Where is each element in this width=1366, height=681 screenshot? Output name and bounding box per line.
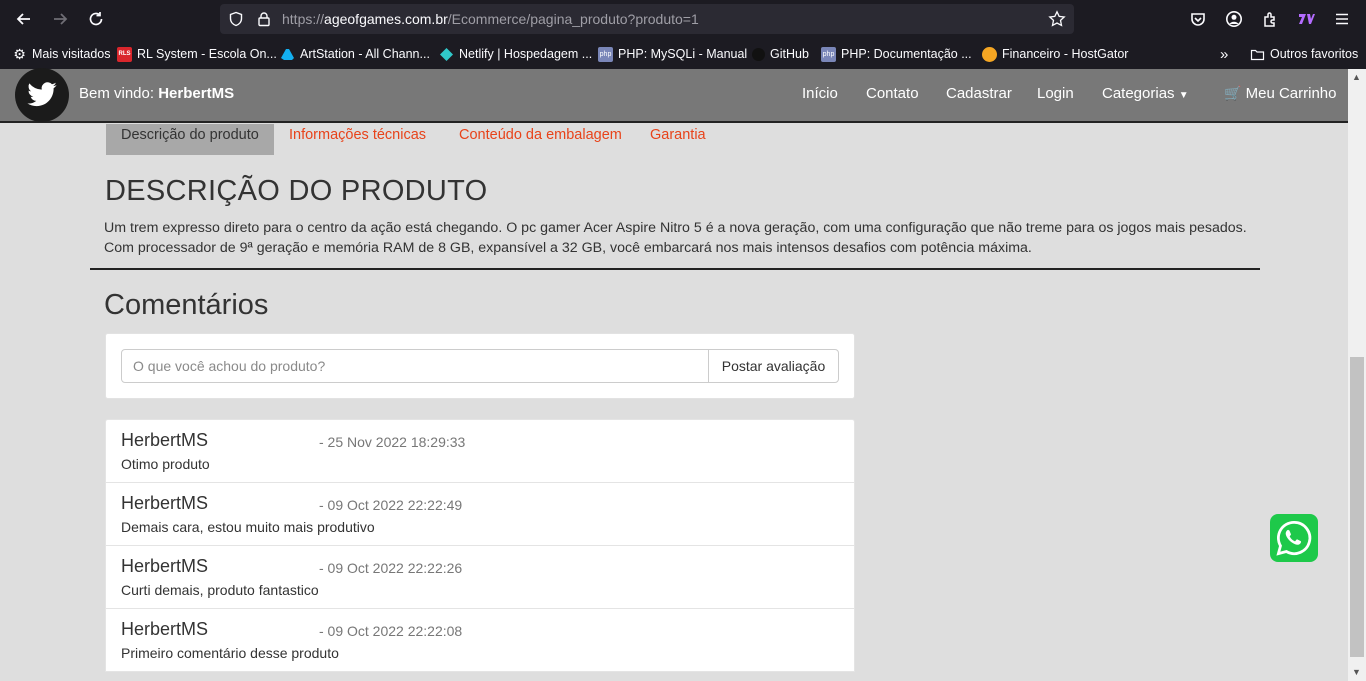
comment-author: HerbertMS — [121, 619, 209, 639]
scrollbar-thumb[interactable] — [1350, 357, 1364, 657]
rls-icon: RLS — [117, 46, 132, 62]
divider — [90, 268, 1260, 270]
comment-date: - 25 Nov 2022 18:29:33 — [319, 434, 466, 450]
bookmark-label: PHP: MySQLi - Manual — [618, 47, 748, 61]
comment-author: HerbertMS — [121, 493, 209, 513]
menu-icon[interactable] — [1330, 7, 1354, 31]
gear-icon: ⚙ — [13, 45, 26, 62]
nav-cart[interactable]: 🛒 Meu Carrinho — [1224, 85, 1336, 102]
other-bookmarks[interactable]: Outros favoritos — [1250, 45, 1358, 63]
extensions-icon[interactable] — [1258, 7, 1282, 31]
comment-author: HerbertMS — [121, 556, 209, 576]
comment-date: - 09 Oct 2022 22:22:08 — [319, 623, 463, 639]
welcome-username: HerbertMS — [158, 85, 235, 102]
url-text[interactable]: https://ageofgames.com.br/Ecommerce/pagi… — [282, 11, 699, 27]
bookmarks-bar: ⚙ Mais visitados RLS RL System - Escola … — [0, 38, 1366, 69]
comment-item: HerbertMS - 25 Nov 2022 18:29:33 Otimo p… — [105, 419, 855, 483]
bookmark-php-mysqli[interactable]: php PHP: MySQLi - Manual — [598, 45, 747, 63]
comment-text: Primeiro comentário desse produto — [121, 645, 339, 661]
star-icon[interactable] — [1048, 10, 1066, 28]
twitter-bird-icon — [27, 82, 57, 107]
chevron-double-right-icon[interactable]: » — [1220, 45, 1228, 63]
nav-cart-label: Meu Carrinho — [1245, 85, 1337, 102]
url-host: ageofgames.com.br — [324, 11, 448, 27]
comment-date: - 09 Oct 2022 22:22:49 — [319, 497, 463, 513]
post-review-button[interactable]: Postar avaliação — [708, 349, 839, 383]
comment-item: HerbertMS - 09 Oct 2022 22:22:08 Primeir… — [105, 608, 855, 672]
bookmark-label: PHP: Documentação ... — [841, 47, 972, 61]
forward-icon[interactable] — [48, 7, 72, 31]
comment-date: - 09 Oct 2022 22:22:26 — [319, 560, 463, 576]
php-icon: php — [821, 46, 836, 62]
bookmark-mais-visitados[interactable]: ⚙ Mais visitados — [12, 45, 111, 63]
description-text: Um trem expresso direto para o centro da… — [104, 220, 1247, 256]
netlify-icon — [439, 47, 454, 62]
pocket-icon[interactable] — [1186, 7, 1210, 31]
tab-garantia[interactable]: Garantia — [650, 124, 706, 155]
nav-categorias-dropdown[interactable]: Categorias ▼ — [1102, 85, 1189, 102]
comment-text: Demais cara, estou muito mais produtivo — [121, 519, 375, 535]
bookmark-hostgator[interactable]: Financeiro - HostGator — [982, 45, 1128, 63]
site-logo[interactable] — [15, 68, 69, 122]
comment-text: Curti demais, produto fantastico — [121, 582, 319, 598]
comments-list: HerbertMS - 25 Nov 2022 18:29:33 Otimo p… — [105, 419, 855, 672]
other-bookmarks-label: Outros favoritos — [1270, 47, 1359, 61]
nav-categorias-label: Categorias — [1102, 85, 1175, 102]
tab-conteudo-embalagem[interactable]: Conteúdo da embalagem — [459, 124, 622, 155]
url-path: /Ecommerce/pagina_produto?produto=1 — [447, 11, 699, 27]
account-icon[interactable] — [1222, 7, 1246, 31]
bookmark-label: Mais visitados — [32, 47, 111, 61]
site-navbar: Bem vindo: HerbertMS Início Contato Cada… — [0, 68, 1348, 123]
bookmark-artstation[interactable]: ArtStation - All Chann... — [280, 45, 430, 63]
back-icon[interactable] — [12, 7, 36, 31]
folder-icon — [1250, 47, 1265, 62]
bookmark-rl-system[interactable]: RLS RL System - Escola On... — [117, 45, 277, 63]
whatsapp-icon — [1276, 520, 1312, 556]
tab-descricao[interactable]: Descrição do produto — [106, 124, 274, 155]
github-icon — [752, 47, 765, 61]
scroll-up-icon[interactable]: ▲ — [1352, 72, 1361, 82]
tab-informacoes-tecnicas[interactable]: Informações técnicas — [289, 124, 426, 155]
hostgator-icon — [982, 46, 997, 62]
artstation-icon — [280, 47, 295, 62]
url-bar[interactable]: https://ageofgames.com.br/Ecommerce/pagi… — [220, 4, 1074, 34]
lock-icon[interactable] — [256, 11, 272, 27]
bookmark-netlify[interactable]: Netlify | Hospedagem ... — [439, 45, 592, 63]
comment-text: Otimo produto — [121, 456, 210, 472]
bookmark-label: RL System - Escola On... — [137, 47, 277, 61]
comment-item: HerbertMS - 09 Oct 2022 22:22:49 Demais … — [105, 482, 855, 546]
welcome-text: Bem vindo: HerbertMS — [79, 85, 234, 102]
bookmark-label: Netlify | Hospedagem ... — [459, 47, 593, 61]
comment-author: HerbertMS — [121, 430, 209, 450]
bookmark-github[interactable]: GitHub — [752, 45, 809, 63]
bookmark-label: GitHub — [770, 47, 809, 61]
php-icon: php — [598, 46, 613, 62]
bookmark-label: ArtStation - All Chann... — [300, 47, 430, 61]
browser-toolbar: https://ageofgames.com.br/Ecommerce/pagi… — [0, 0, 1366, 38]
comments-title: Comentários — [104, 289, 269, 321]
nav-contato[interactable]: Contato — [866, 85, 919, 102]
comment-item: HerbertMS - 09 Oct 2022 22:22:26 Curti d… — [105, 545, 855, 609]
scroll-down-icon[interactable]: ▼ — [1352, 667, 1361, 677]
review-form: Postar avaliação — [105, 333, 855, 399]
whatsapp-button[interactable] — [1270, 514, 1318, 562]
reload-icon[interactable] — [84, 7, 108, 31]
nav-inicio[interactable]: Início — [802, 85, 838, 102]
cart-icon: 🛒 — [1224, 85, 1242, 101]
bookmark-label: Financeiro - HostGator — [1002, 47, 1129, 61]
review-input[interactable] — [121, 349, 709, 383]
seven-tv-extension-icon[interactable] — [1294, 7, 1318, 31]
description-title: DESCRIÇÃO DO PRODUTO — [105, 175, 488, 207]
nav-cadastrar[interactable]: Cadastrar — [946, 85, 1012, 102]
url-prefix: https:// — [282, 11, 325, 27]
caret-down-icon: ▼ — [1178, 90, 1189, 101]
page-scrollbar[interactable]: ▲ ▼ — [1348, 69, 1366, 681]
nav-login[interactable]: Login — [1037, 85, 1074, 102]
welcome-prefix: Bem vindo: — [79, 85, 155, 102]
bookmark-php-doc[interactable]: php PHP: Documentação ... — [821, 45, 972, 63]
shield-icon[interactable] — [228, 11, 244, 27]
